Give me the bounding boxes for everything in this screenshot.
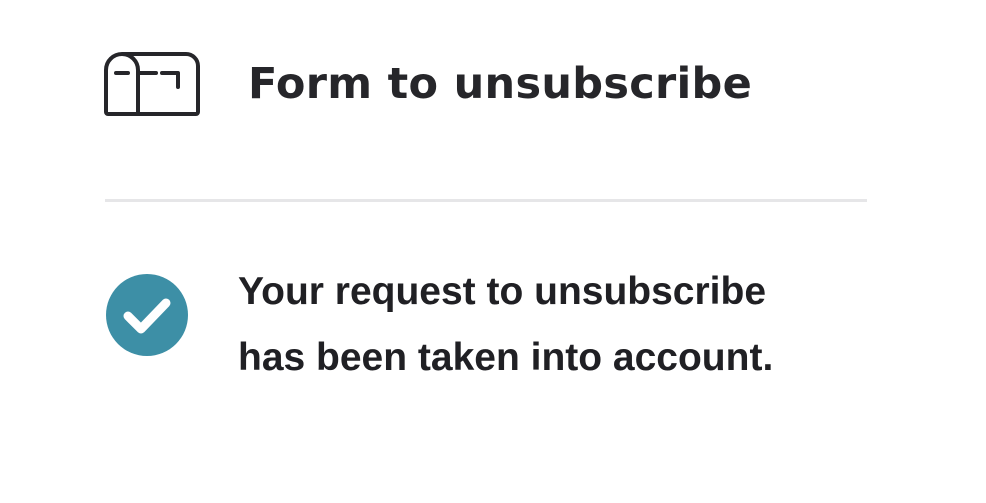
mailbox-icon (104, 52, 200, 116)
divider (105, 199, 867, 202)
confirmation-line-1: Your request to unsubscribe (238, 270, 767, 313)
page-header: Form to unsubscribe (104, 50, 752, 118)
confirmation-message: Your request to unsubscribe has been tak… (238, 259, 878, 391)
page-title: Form to unsubscribe (248, 59, 753, 109)
check-circle-icon (106, 274, 188, 356)
confirmation-line-2: has been taken into account. (238, 336, 774, 379)
